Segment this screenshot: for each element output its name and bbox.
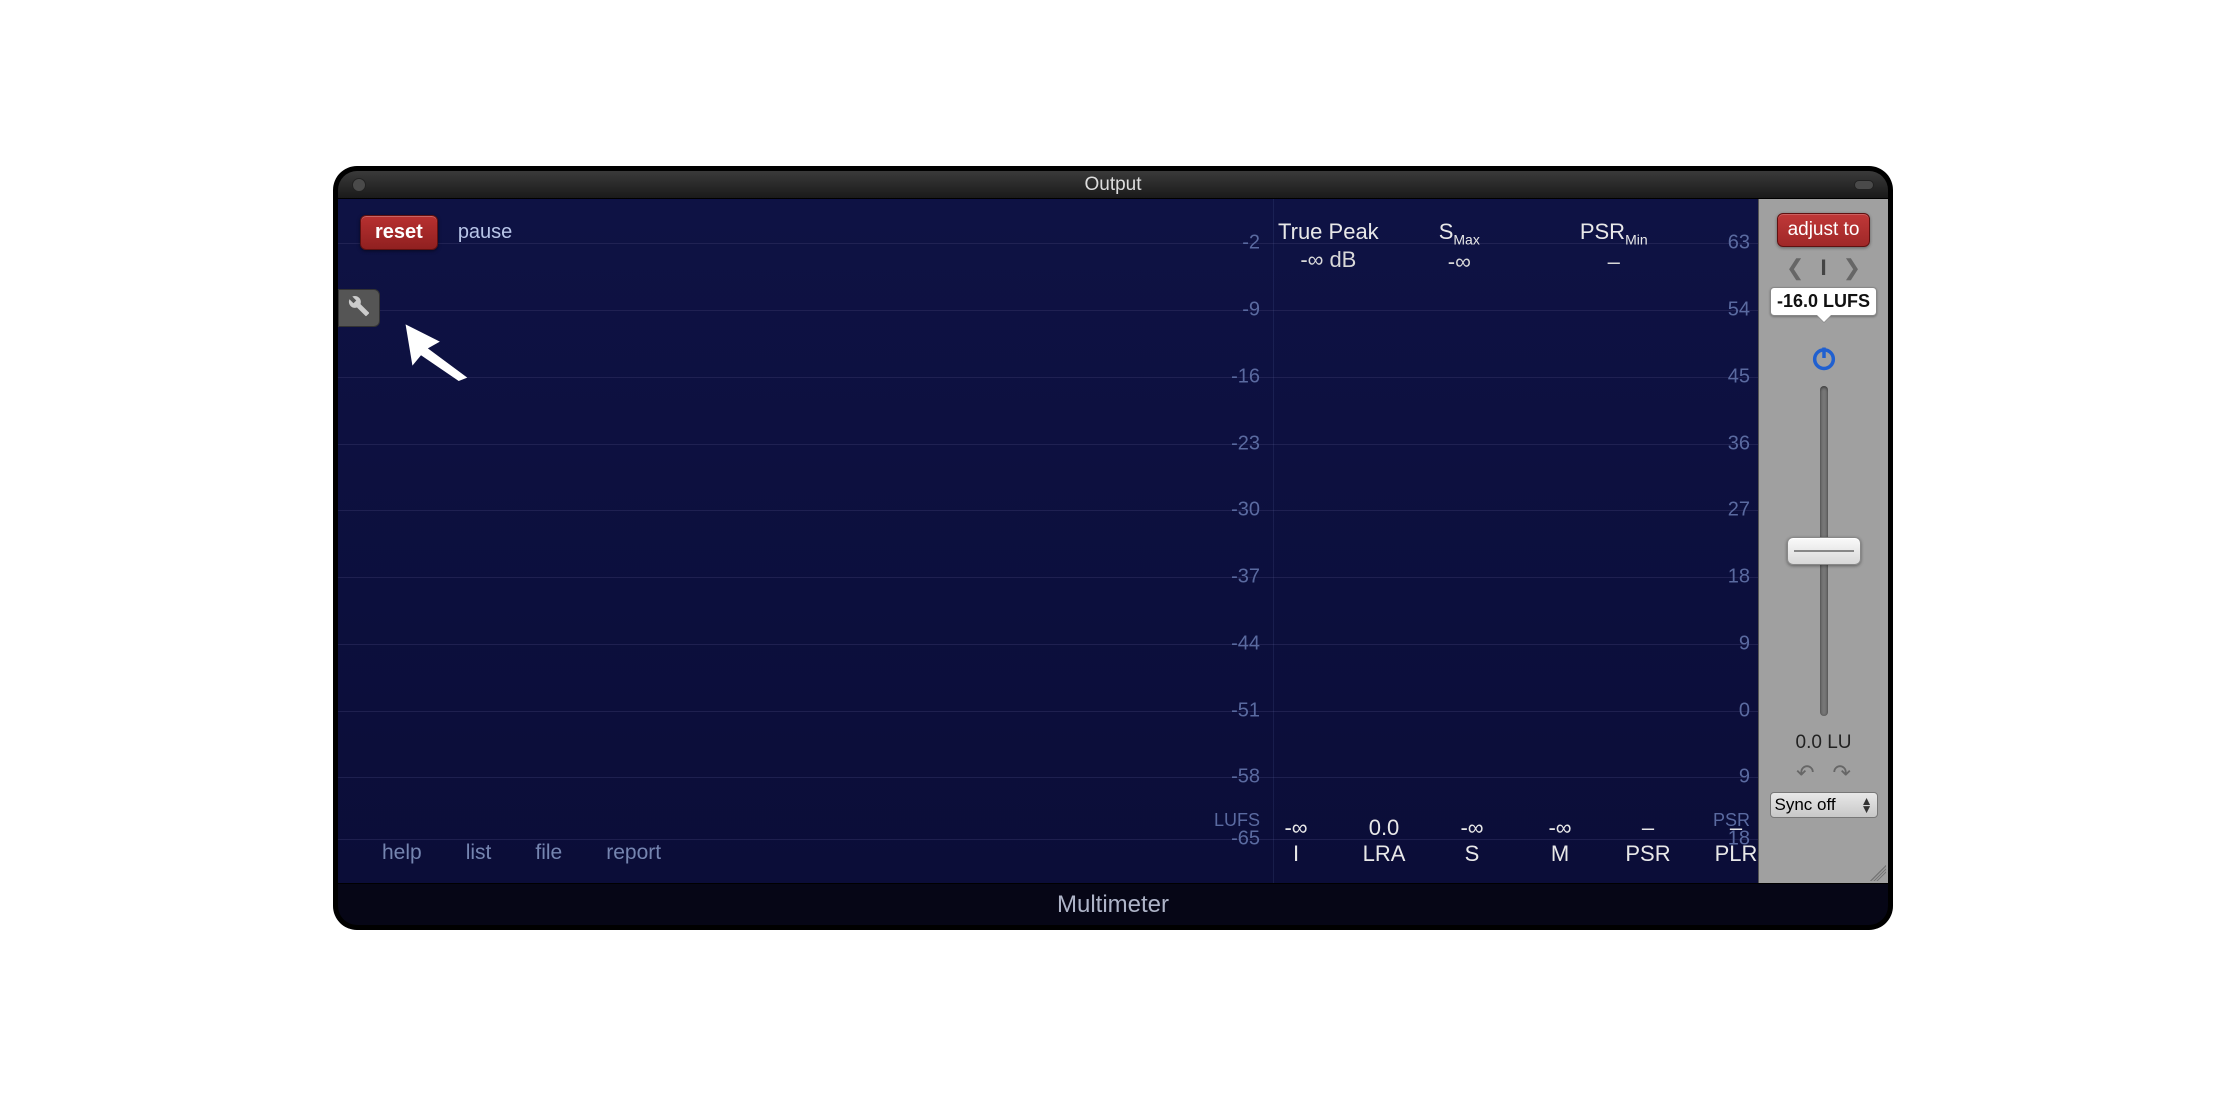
grid [338,199,1758,883]
readout-label: I [1268,841,1324,867]
grid-line [338,310,1758,311]
meter-panel: LUFS -2-9-16-23-30-37-44-51-58-65 PSR 63… [338,199,1758,883]
readout-label: PLR [1708,841,1764,867]
true-peak-readout: True Peak -∞ dB [1278,219,1379,275]
readout-label: M [1532,841,1588,867]
grid-line [338,444,1758,445]
window-pill[interactable] [1854,180,1874,190]
readout-value: 0.0 [1356,815,1412,841]
undo-redo-row: ↶ ↷ [1796,760,1851,786]
lufs-tick: -16 [1200,365,1260,388]
psr-min-readout: PSRMin – [1580,219,1648,275]
title-bar: Output [338,171,1888,199]
reset-button[interactable]: reset [360,215,438,250]
readout-value: – [1620,815,1676,841]
lufs-tick: -2 [1200,232,1260,255]
plugin-name-bar: Multimeter [338,883,1888,925]
psr-tick: 54 [1702,298,1750,321]
lufs-tick: -30 [1200,499,1260,522]
psr-tick: 45 [1702,365,1750,388]
lufs-tick: -9 [1200,298,1260,321]
bypass-button[interactable] [1810,344,1838,372]
target-lufs-field[interactable]: -16.0 LUFS [1770,287,1877,316]
list-button[interactable]: list [466,841,492,865]
psr-min-label: PSRMin [1580,219,1648,247]
file-button[interactable]: file [535,841,562,865]
psr-tick: 0 [1702,699,1750,722]
window-close-dot[interactable] [352,178,366,192]
readout-psr: –PSR [1620,815,1676,867]
s-max-label: SMax [1439,219,1480,247]
true-peak-label: True Peak [1278,219,1379,245]
lufs-tick: -37 [1200,566,1260,589]
psr-min-value: – [1580,249,1648,275]
footer-links: help list file report [382,841,661,865]
readout-lra: 0.0LRA [1356,815,1412,867]
window-title: Output [338,174,1888,196]
readout-i: -∞I [1268,815,1324,867]
gain-slider[interactable] [1820,386,1828,716]
redo-button[interactable]: ↷ [1833,760,1851,786]
psr-tick: 9 [1702,765,1750,788]
lufs-tick: -23 [1200,432,1260,455]
s-max-readout: SMax -∞ [1439,219,1480,275]
grid-line [338,644,1758,645]
psr-tick: 18 [1702,566,1750,589]
top-readouts: True Peak -∞ dB SMax -∞ PSRMin – [1278,219,1688,275]
bottom-readouts: -∞I0.0LRA-∞S-∞M–PSR–PLR [1268,815,1688,867]
readout-label: LRA [1356,841,1412,867]
sync-select-label: Sync off [1775,795,1836,815]
gain-slider-thumb[interactable] [1787,537,1861,565]
lufs-scale: LUFS -2-9-16-23-30-37-44-51-58-65 [1200,199,1260,883]
plugin-window: Output LUFS -2-9-16-23-30-37-44-51-58-65… [335,168,1891,928]
plugin-name: Multimeter [1057,891,1169,919]
help-button[interactable]: help [382,841,422,865]
readout-plr: –PLR [1708,815,1764,867]
adjust-to-button[interactable]: adjust to [1777,213,1871,247]
lufs-tick: -65 [1200,827,1260,850]
s-max-value: -∞ [1439,249,1480,275]
gain-readout: 0.0 LU [1796,732,1852,754]
grid-line [338,711,1758,712]
readout-value: -∞ [1444,815,1500,841]
sync-select[interactable]: Sync off ▲▼ [1770,792,1878,818]
mode-stepper: ❮ I ❯ [1786,255,1861,281]
readout-value: -∞ [1268,815,1324,841]
psr-scale: PSR 63544536271890918 [1702,199,1750,883]
psr-tick: 27 [1702,499,1750,522]
grid-line [338,777,1758,778]
readout-s: -∞S [1444,815,1500,867]
prev-mode-button[interactable]: ❮ [1786,255,1804,281]
undo-button[interactable]: ↶ [1796,760,1814,786]
lufs-tick: -44 [1200,632,1260,655]
next-mode-button[interactable]: ❯ [1843,255,1861,281]
readout-m: -∞M [1532,815,1588,867]
grid-line [338,510,1758,511]
psr-tick: 36 [1702,432,1750,455]
true-peak-value: -∞ dB [1278,247,1379,273]
readout-value: – [1708,815,1764,841]
content-area: LUFS -2-9-16-23-30-37-44-51-58-65 PSR 63… [338,199,1888,883]
settings-button[interactable] [338,289,380,327]
lufs-tick: -51 [1200,699,1260,722]
readout-label: PSR [1620,841,1676,867]
meter-divider [1273,199,1274,883]
lufs-tick: -58 [1200,765,1260,788]
grid-line [338,577,1758,578]
resize-grip[interactable] [1870,865,1886,881]
grid-line [338,377,1758,378]
psr-tick: 63 [1702,232,1750,255]
readout-value: -∞ [1532,815,1588,841]
chevron-updown-icon: ▲▼ [1861,797,1873,813]
psr-tick: 9 [1702,632,1750,655]
toolbar: reset pause [360,215,512,250]
pause-button[interactable]: pause [458,221,513,244]
power-icon [1810,359,1838,376]
wrench-icon [348,295,370,322]
report-button[interactable]: report [606,841,661,865]
gain-panel: adjust to ❮ I ❯ -16.0 LUFS 0.0 LU ↶ ↷ [1758,199,1888,883]
mode-label: I [1820,255,1826,281]
readout-label: S [1444,841,1500,867]
